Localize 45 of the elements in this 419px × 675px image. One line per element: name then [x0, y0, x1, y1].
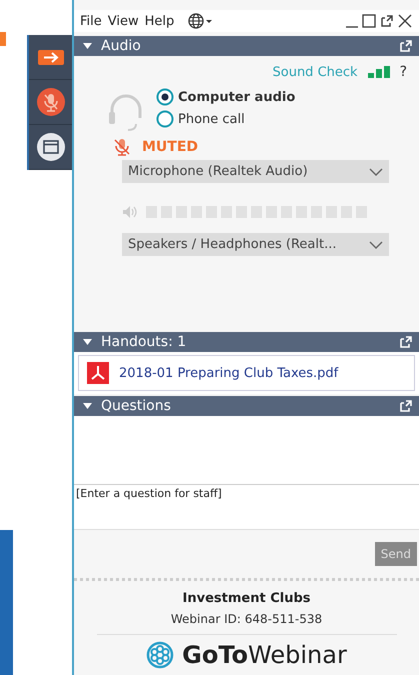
webinar-id: Webinar ID: 648-511-538 [170, 612, 322, 626]
section-header[interactable]: Questions [74, 396, 419, 416]
menu-item[interactable]: Help [144, 14, 174, 28]
speaker-icon [122, 205, 138, 219]
chevron-down-icon [369, 168, 383, 176]
minimize-icon [346, 26, 358, 28]
maximize-icon [362, 14, 376, 28]
radio-button[interactable] [156, 88, 174, 106]
muted-mic-icon [36, 88, 64, 116]
muted-mic-icon [114, 138, 130, 156]
section-title: Audio [101, 38, 141, 54]
close-button[interactable] [397, 14, 413, 28]
mute-status: MUTED [142, 139, 198, 155]
triangle-icon [82, 401, 93, 411]
globe-icon [188, 13, 214, 29]
popout-button[interactable] [379, 14, 395, 28]
help-button[interactable]: ? [400, 64, 407, 80]
speakers-dropdown[interactable]: Speakers / Headphones (Realt... [122, 233, 389, 256]
pdf-icon [87, 362, 109, 384]
triangle-icon [82, 41, 93, 51]
section-title: Handouts: 1 [101, 334, 186, 350]
signal-bars-icon [368, 66, 390, 78]
menu-item[interactable]: View [108, 14, 139, 28]
question-field[interactable]: [Enter a question for staff] [74, 484, 419, 529]
chevron-down-icon [369, 240, 383, 248]
radio-option[interactable]: Phone call [156, 110, 296, 128]
popout-icon[interactable] [399, 399, 413, 413]
accent-mark [0, 32, 6, 46]
section-header[interactable]: Audio [74, 36, 419, 56]
triangle-icon [82, 337, 93, 347]
webinar-name: Investment Clubs [182, 591, 310, 606]
popout-icon [380, 14, 394, 28]
section-title: Questions [101, 398, 171, 414]
popout-icon[interactable] [399, 335, 413, 349]
window-icon [36, 133, 64, 161]
close-icon [398, 14, 412, 28]
microphone-dropdown[interactable]: Microphone (Realtek Audio) [122, 160, 389, 183]
radio-button[interactable] [156, 110, 174, 128]
menu-item[interactable]: File [80, 14, 102, 28]
radio-option[interactable]: Computer audio [156, 88, 296, 106]
section-header[interactable]: Handouts: 1 [74, 332, 419, 352]
logo-icon [146, 641, 174, 669]
logo-text: GoToWebinar [182, 641, 347, 669]
maximize-button[interactable] [361, 14, 377, 28]
popout-icon[interactable] [399, 39, 413, 53]
